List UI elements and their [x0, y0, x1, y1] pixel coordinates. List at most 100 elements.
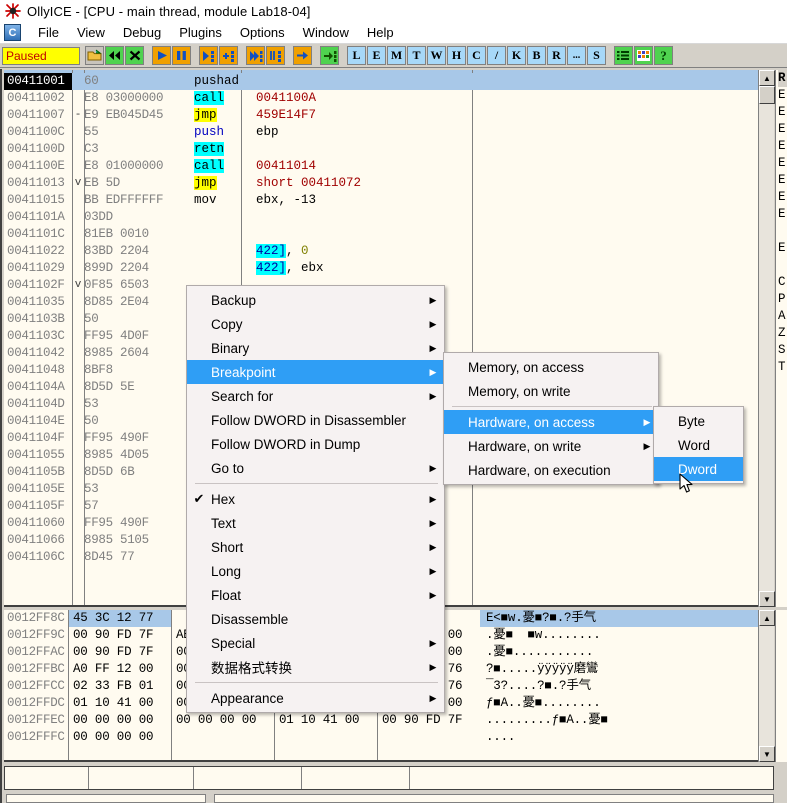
- toolbar-letter-slash[interactable]: /: [487, 46, 506, 65]
- hardware-menu-item[interactable]: Byte: [654, 409, 743, 433]
- dump-scroll-down-arrow-icon[interactable]: ▼: [759, 746, 775, 762]
- context-menu-item[interactable]: Short ▶: [187, 535, 444, 559]
- register-row[interactable]: E: [778, 121, 787, 138]
- register-row[interactable]: E: [778, 87, 787, 104]
- context-menu-item[interactable]: Follow DWORD in Dump: [187, 432, 444, 456]
- scroll-down-arrow-icon[interactable]: ▼: [759, 591, 775, 607]
- context-menu-item[interactable]: Appearance ▶: [187, 686, 444, 710]
- breakpoint-menu-item[interactable]: Memory, on access: [444, 355, 658, 379]
- register-row[interactable]: E: [778, 172, 787, 189]
- menu-window[interactable]: Window: [294, 23, 358, 42]
- register-row[interactable]: S: [778, 342, 787, 359]
- register-row[interactable]: E: [778, 240, 787, 257]
- toolbar-letter-M[interactable]: M: [387, 46, 406, 65]
- context-menu-item[interactable]: Copy ▶: [187, 312, 444, 336]
- step-over-button[interactable]: [219, 46, 238, 65]
- context-menu-item[interactable]: Long ▶: [187, 559, 444, 583]
- disassembly-row[interactable]: 00411002 E8 03000000 call 0041100A: [4, 90, 773, 107]
- disassembly-row[interactable]: 00411007- E9 EB045D45 jmp 459E14F7: [4, 107, 773, 124]
- hardware-menu-item[interactable]: Dword: [654, 457, 743, 481]
- trace-into-button[interactable]: [246, 46, 265, 65]
- registers-pane[interactable]: R EEEEEEEEECPAZST: [775, 70, 787, 607]
- hardware-menu-item[interactable]: Word: [654, 433, 743, 457]
- disassembly-row[interactable]: 00411022 83BD 2204 422], 0: [4, 243, 773, 260]
- menu-file[interactable]: File: [29, 23, 68, 42]
- register-row[interactable]: C: [778, 274, 787, 291]
- toolbar-letter-C[interactable]: C: [467, 46, 486, 65]
- context-menu-item[interactable]: Breakpoint ▶: [187, 360, 444, 384]
- context-menu-item[interactable]: Float ▶: [187, 583, 444, 607]
- execute-till-return-button[interactable]: [293, 46, 312, 65]
- context-menu-item[interactable]: Go to ▶: [187, 456, 444, 480]
- context-menu-item[interactable]: Search for ▶: [187, 384, 444, 408]
- c-module-icon[interactable]: C: [4, 24, 21, 41]
- disassembly-row[interactable]: 0041100D C3 retn: [4, 141, 773, 158]
- disassembly-row[interactable]: 00411015 BB EDFFFFFF mov ebx, -13: [4, 192, 773, 209]
- dump-row[interactable]: 0012FFEC 00 00 00 00 00 00 00 00 01 10 41 0…: [4, 712, 773, 729]
- menu-help[interactable]: Help: [358, 23, 403, 42]
- close-program-button[interactable]: [125, 46, 144, 65]
- dump-scroll-track[interactable]: [759, 626, 774, 746]
- disassembly-row[interactable]: 00411001 60 pushad: [4, 73, 773, 90]
- help-button[interactable]: ?: [654, 46, 673, 65]
- scroll-thumb[interactable]: [759, 86, 775, 104]
- disassembly-row[interactable]: 0041101C 81EB 0010: [4, 226, 773, 243]
- toolbar-letter-E[interactable]: E: [367, 46, 386, 65]
- toolbar-letter-L[interactable]: L: [347, 46, 366, 65]
- run-button[interactable]: [152, 46, 171, 65]
- register-row[interactable]: E: [778, 104, 787, 121]
- disassembly-scrollbar[interactable]: ▲ ▼: [758, 70, 775, 607]
- disassembly-row[interactable]: 0041101A 03DD: [4, 209, 773, 226]
- menu-plugins[interactable]: Plugins: [170, 23, 231, 42]
- hardware-size-submenu[interactable]: Byte Word Dword: [653, 406, 744, 484]
- scroll-track[interactable]: [759, 104, 774, 591]
- dump-scrollbar[interactable]: ▲ ▼: [758, 610, 775, 762]
- breakpoint-menu-item[interactable]: Hardware, on access ▶: [444, 410, 658, 434]
- toolbar-letter-T[interactable]: T: [407, 46, 426, 65]
- register-row[interactable]: P: [778, 291, 787, 308]
- context-menu-item[interactable]: Text ▶: [187, 511, 444, 535]
- trace-over-button[interactable]: [266, 46, 285, 65]
- disassembly-row[interactable]: 0041100E E8 01000000 call 00411014: [4, 158, 773, 175]
- restart-button[interactable]: [105, 46, 124, 65]
- context-menu-item[interactable]: 数据格式转换 ▶: [187, 655, 444, 679]
- register-row[interactable]: [778, 257, 787, 274]
- pause-button[interactable]: [172, 46, 191, 65]
- disassembly-row[interactable]: 00411029 899D 2204 422], ebx: [4, 260, 773, 277]
- breakpoint-submenu[interactable]: Memory, on access Memory, on write Hardwar…: [443, 352, 659, 485]
- stack-pane[interactable]: [775, 610, 787, 762]
- disassembly-row[interactable]: 00411013 v EB 5D jmp short 00411072: [4, 175, 773, 192]
- menu-debug[interactable]: Debug: [114, 23, 170, 42]
- menu-options[interactable]: Options: [231, 23, 294, 42]
- menu-view[interactable]: View: [68, 23, 114, 42]
- register-row[interactable]: E: [778, 138, 787, 155]
- dump-scroll-up-arrow-icon[interactable]: ▲: [759, 610, 775, 626]
- breakpoint-menu-item[interactable]: Hardware, on execution: [444, 458, 658, 482]
- register-row[interactable]: T: [778, 359, 787, 376]
- breakpoint-menu-item[interactable]: Memory, on write: [444, 379, 658, 403]
- disassembly-context-menu[interactable]: Backup ▶ Copy ▶ Binary ▶ Breakpoint ▶ Search for…: [186, 285, 445, 713]
- appearance-button[interactable]: [634, 46, 653, 65]
- context-menu-item[interactable]: ✔ Hex ▶: [187, 487, 444, 511]
- context-menu-item[interactable]: Binary ▶: [187, 336, 444, 360]
- toolbar-letter-K[interactable]: K: [507, 46, 526, 65]
- register-row[interactable]: Z: [778, 325, 787, 342]
- context-menu-item[interactable]: Follow DWORD in Disassembler: [187, 408, 444, 432]
- breakpoint-menu-item[interactable]: Hardware, on write ▶: [444, 434, 658, 458]
- register-row[interactable]: E: [778, 155, 787, 172]
- open-file-button[interactable]: [85, 46, 104, 65]
- toolbar-letter-B[interactable]: B: [527, 46, 546, 65]
- toolbar-letter-H[interactable]: H: [447, 46, 466, 65]
- dump-row[interactable]: 0012FFFC 00 00 00 00....: [4, 729, 773, 746]
- context-menu-item[interactable]: Disassemble: [187, 607, 444, 631]
- toolbar-letter-W[interactable]: W: [427, 46, 446, 65]
- register-row[interactable]: E: [778, 206, 787, 223]
- toolbar-letter-S[interactable]: S: [587, 46, 606, 65]
- animate-button[interactable]: [320, 46, 339, 65]
- context-menu-item[interactable]: Special ▶: [187, 631, 444, 655]
- scroll-up-arrow-icon[interactable]: ▲: [759, 70, 775, 86]
- register-row[interactable]: A: [778, 308, 787, 325]
- toolbar-letter-ellipsis[interactable]: ...: [567, 46, 586, 65]
- disassembly-row[interactable]: 0041100C 55 push ebp: [4, 124, 773, 141]
- toolbar-letter-R[interactable]: R: [547, 46, 566, 65]
